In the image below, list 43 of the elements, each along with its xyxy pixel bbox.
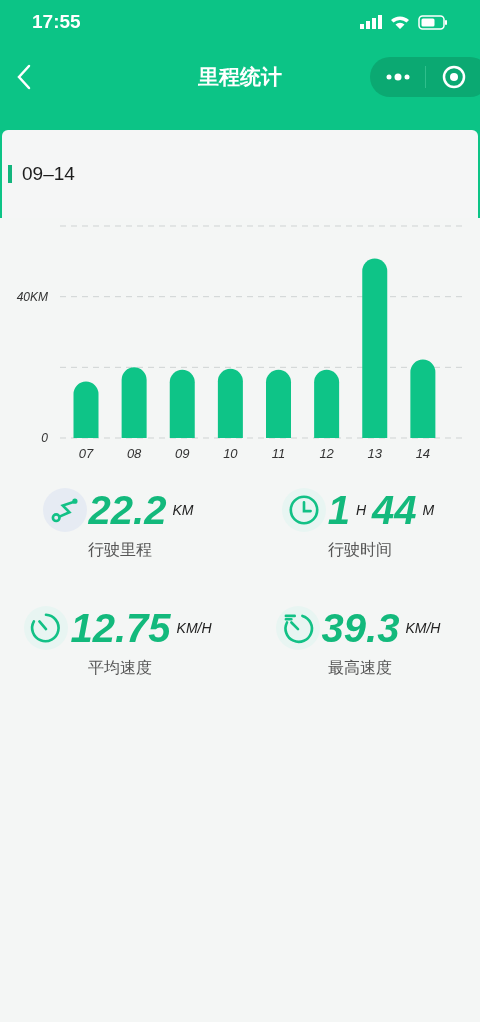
axis-label: 0: [41, 431, 48, 445]
stat-value: 22.2: [88, 490, 167, 530]
stat-value: 12.75: [70, 608, 171, 648]
route-icon: [42, 488, 87, 532]
signal-icon: [360, 15, 382, 29]
clock-icon: [281, 488, 326, 532]
axis-label: 09: [175, 446, 190, 461]
stat-unit: KM: [172, 500, 194, 520]
stat-unit: KM/H: [176, 618, 212, 638]
stat-unit: KM/H: [405, 618, 441, 638]
status-time: 17:55: [32, 9, 81, 34]
wifi-icon: [390, 14, 410, 30]
date-range: 09–14: [22, 161, 75, 186]
stat-value: 44: [372, 490, 417, 530]
battery-icon: [418, 14, 448, 30]
axis-label: 13: [367, 446, 382, 461]
axis-label: 10: [223, 446, 238, 461]
back-icon: [16, 64, 32, 90]
page-title: 里程统计: [198, 64, 282, 91]
bar: [217, 368, 243, 438]
stat-value: 39.3: [321, 608, 400, 648]
stat-label: 最高速度: [328, 658, 392, 678]
stat-unit: M: [422, 500, 435, 520]
axis-label: 08: [126, 446, 142, 461]
axis-label: 07: [78, 446, 94, 461]
stopwatch-icon: [275, 606, 320, 650]
more-icon: [384, 73, 411, 81]
stat-label: 行驶时间: [328, 540, 392, 560]
bar: [121, 367, 147, 438]
bar: [73, 381, 99, 438]
target-icon: [441, 65, 466, 89]
axis-label: 11: [271, 446, 286, 461]
stat-value: 1: [327, 490, 350, 530]
timer-icon: [24, 606, 69, 650]
stat-unit: H: [355, 500, 367, 520]
stat-label: 行驶里程: [88, 540, 152, 560]
axis-label: 40KM: [16, 289, 48, 304]
axis-label: 14: [415, 446, 431, 461]
bar: [314, 369, 340, 438]
axis-label: 12: [319, 446, 334, 461]
bar: [169, 369, 195, 438]
stat-label: 平均速度: [88, 658, 152, 678]
bar: [266, 369, 291, 438]
